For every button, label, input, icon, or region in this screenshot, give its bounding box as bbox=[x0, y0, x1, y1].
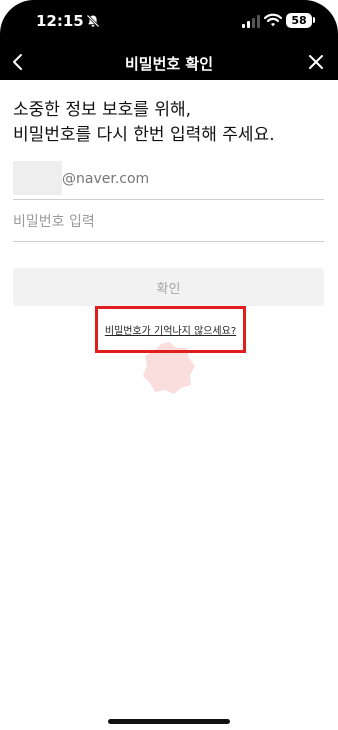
signal-icon bbox=[242, 15, 260, 28]
bell-slash-icon bbox=[86, 14, 100, 28]
instruction-line-1: 소중한 정보 보호를 위해, bbox=[13, 100, 192, 120]
instruction-text: 소중한 정보 보호를 위해, 비밀번호를 다시 한번 입력해 주세요. bbox=[13, 98, 325, 148]
status-time: 12:15 bbox=[36, 12, 84, 30]
password-input[interactable] bbox=[13, 203, 324, 241]
nav-bar: 비밀번호 확인 bbox=[0, 44, 338, 80]
home-indicator bbox=[108, 719, 230, 724]
phone-screen: 12:15 58 비밀번호 확인 소중한 정보 보호를 위해, 비밀번호를 다시… bbox=[0, 0, 338, 730]
id-domain: @naver.com bbox=[62, 171, 150, 187]
wifi-icon bbox=[264, 13, 282, 27]
instruction-line-2: 비밀번호를 다시 한번 입력해 주세요. bbox=[13, 125, 275, 145]
forgot-password-link[interactable]: 비밀번호가 기억나지 않으세요? bbox=[95, 306, 246, 353]
close-icon[interactable] bbox=[306, 52, 326, 72]
status-bar: 12:15 58 bbox=[0, 0, 338, 44]
user-id-field: @naver.com bbox=[13, 161, 324, 200]
battery-tip bbox=[313, 17, 315, 23]
battery-icon: 58 bbox=[286, 13, 312, 28]
password-field bbox=[13, 203, 324, 242]
masked-user-id bbox=[13, 161, 62, 195]
page-title: 비밀번호 확인 bbox=[124, 55, 214, 73]
confirm-button[interactable]: 확인 bbox=[13, 268, 324, 306]
